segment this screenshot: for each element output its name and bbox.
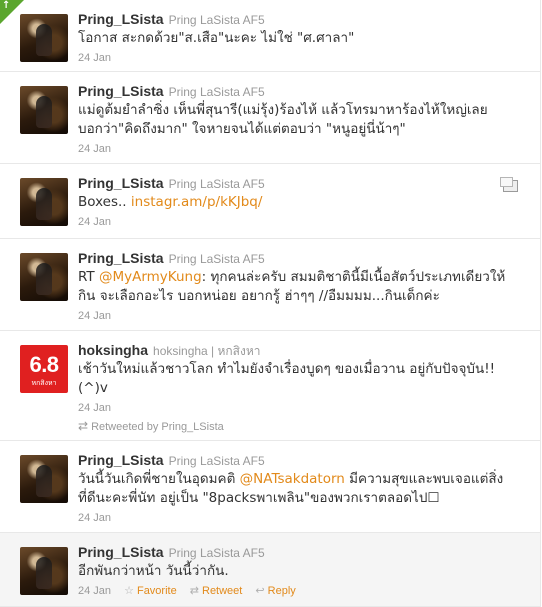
username[interactable]: Pring_LSista: [78, 175, 164, 191]
reply-label: Reply: [267, 585, 296, 597]
retweeted-by: ⇄ Retweeted by Pring_LSista: [78, 418, 526, 434]
tweet-item[interactable]: Pring_LSista Pring LaSista AF5 RT @MyArmy…: [0, 239, 540, 331]
full-name: Pring LaSista AF5: [168, 252, 265, 266]
timestamp[interactable]: 24 Jan: [78, 585, 111, 597]
rt-prefix: RT: [78, 269, 95, 285]
tweet-text-line: เช้าวันใหม่แล้วชาวโลก ทำไมยังจำเรื่องบูด…: [78, 361, 496, 377]
username[interactable]: Pring_LSista: [78, 11, 164, 27]
timestamp[interactable]: 24 Jan: [78, 510, 526, 526]
avatar[interactable]: 6.8 หกสิงหา: [20, 345, 68, 393]
avatar[interactable]: [20, 547, 68, 595]
avatar-number: 6.8: [29, 352, 59, 377]
username[interactable]: Pring_LSista: [78, 250, 164, 266]
full-name: Pring LaSista AF5: [168, 85, 265, 99]
tweet-text-line: กิน จะเลือกอะไร บอกหน่อย อยากรู้ ฮ่าๆๆ /…: [78, 288, 440, 304]
username[interactable]: hoksingha: [78, 342, 148, 358]
tweet-text: เช้าวันใหม่แล้วชาวโลก ทำไมยังจำเรื่องบูด…: [78, 360, 526, 398]
tweet-item[interactable]: Pring_LSista Pring LaSista AF5 โอกาส สะกด…: [0, 0, 540, 72]
retweeted-by-label[interactable]: Retweeted by Pring_LSista: [91, 421, 224, 433]
full-name: hoksingha | หกสิงหา: [153, 344, 261, 358]
tweet-text-line: RT @MyArmyKung: ทุกคนล่ะครับ สมมติชาตินี…: [78, 268, 526, 287]
timestamp[interactable]: 24 Jan: [78, 308, 526, 324]
avatar-label: หกสิงหา: [31, 379, 57, 387]
tweet-text: RT @MyArmyKung: ทุกคนล่ะครับ สมมติชาตินี…: [78, 268, 526, 306]
tweet-item[interactable]: Pring_LSista Pring LaSista AF5 Boxes.. in…: [0, 164, 540, 239]
full-name: Pring LaSista AF5: [168, 546, 265, 560]
tweet-text-body: : ทุกคนล่ะครับ สมมติชาตินี้มีเนื้อสัตว์ป…: [201, 269, 506, 285]
tweet-text-line: (^)v: [78, 380, 108, 396]
timestamp[interactable]: 24 Jan: [78, 400, 526, 416]
star-icon: ☆: [124, 585, 134, 597]
tweet-text: แม่ดูต้มยำลำซิ่ง เห็นพี่สุนารี(แม่รุ้ง)ร…: [78, 101, 526, 139]
tweet-item[interactable]: Pring_LSista Pring LaSista AF5 แม่ดูต้มยำ…: [0, 72, 540, 164]
tweet-text-body: วันนี้วันเกิดพี่ชายในอุดมคติ: [78, 471, 236, 487]
tweet-timeline: ↑ Pring_LSista Pring LaSista AF5 โอกาส สะ…: [0, 0, 541, 607]
mention-link[interactable]: @MyArmyKung: [99, 269, 202, 285]
up-arrow-icon: ↑: [2, 0, 11, 11]
mention-link[interactable]: @NATsakdatorn: [240, 471, 345, 487]
tweet-meta: 24 Jan ☆ Favorite ⇄ Retweet ↩ Reply: [78, 583, 526, 599]
photo-media-icon[interactable]: [500, 177, 518, 192]
tweet-text: วันนี้วันเกิดพี่ชายในอุดมคติ @NATsakdato…: [78, 470, 526, 508]
tweet-text-line: ที่ดีนะคะพี่นัท อยู่เป็น "8packsพาเพลิน"…: [78, 490, 440, 506]
instagram-link[interactable]: instagr.am/p/kKJbq/: [131, 194, 263, 210]
tweet-text: Boxes.. instagr.am/p/kKJbq/: [78, 193, 526, 212]
username[interactable]: Pring_LSista: [78, 83, 164, 99]
favorite-button[interactable]: ☆ Favorite: [124, 585, 177, 597]
tweet-text: โอกาส สะกดด้วย"ส.เสือ"นะคะ ไม่ใช่ "ศ.ศาล…: [78, 30, 355, 46]
retweet-label: Retweet: [202, 585, 243, 597]
tweet-text-body: Boxes..: [78, 194, 127, 210]
avatar[interactable]: [20, 14, 68, 62]
timestamp[interactable]: 24 Jan: [78, 214, 526, 230]
timestamp[interactable]: 24 Jan: [78, 141, 526, 157]
timestamp[interactable]: 24 Jan: [78, 50, 526, 66]
avatar[interactable]: [20, 455, 68, 503]
retweet-icon: ⇄: [189, 585, 199, 597]
tweet-text-line: วันนี้วันเกิดพี่ชายในอุดมคติ @NATsakdato…: [78, 470, 526, 489]
tweet-item[interactable]: Pring_LSista Pring LaSista AF5 อีกพันกว่า…: [0, 533, 540, 606]
favorite-label: Favorite: [136, 585, 177, 597]
username[interactable]: Pring_LSista: [78, 544, 164, 560]
avatar[interactable]: [20, 253, 68, 301]
retweet-button[interactable]: ⇄ Retweet: [190, 585, 243, 597]
tweet-text-line: บอกว่า"คิดถึงมาก" ใจหายจนได้แต่ตอบว่า "ห…: [78, 121, 406, 137]
full-name: Pring LaSista AF5: [168, 13, 265, 27]
reply-button[interactable]: ↩ Reply: [255, 585, 295, 597]
tweet-text-body: มีความสุขและพบเจอแต่สิ่ง: [349, 471, 504, 487]
retweet-icon: ⇄: [78, 419, 89, 433]
full-name: Pring LaSista AF5: [168, 177, 265, 191]
tweet-item[interactable]: Pring_LSista Pring LaSista AF5 วันนี้วันเ…: [0, 441, 540, 533]
avatar[interactable]: [20, 178, 68, 226]
avatar[interactable]: [20, 86, 68, 134]
tweet-text: อีกพันกว่าหน้า วันนี้ว่ากัน.: [78, 563, 229, 579]
tweet-item[interactable]: 6.8 หกสิงหา hoksingha hoksingha | หกสิงหา…: [0, 331, 540, 441]
reply-icon: ↩: [255, 585, 265, 597]
username[interactable]: Pring_LSista: [78, 452, 164, 468]
full-name: Pring LaSista AF5: [168, 454, 265, 468]
tweet-text-line: แม่ดูต้มยำลำซิ่ง เห็นพี่สุนารี(แม่รุ้ง)ร…: [78, 102, 488, 118]
